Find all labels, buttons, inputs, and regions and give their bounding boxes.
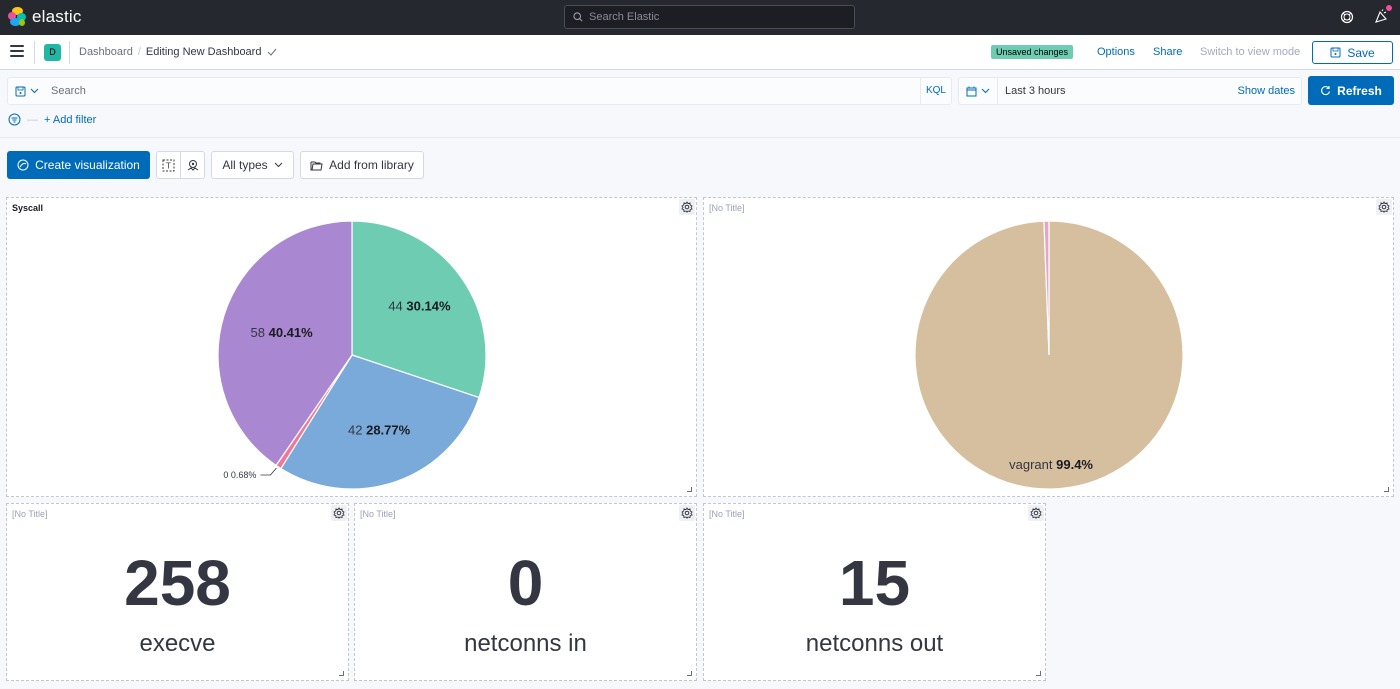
app-name: elastic xyxy=(32,7,82,26)
chevron-down-icon xyxy=(274,162,283,168)
global-search-input[interactable] xyxy=(589,11,839,23)
save-label: Save xyxy=(1347,45,1375,60)
switch-to-view-mode-link[interactable]: Switch to view mode xyxy=(1200,46,1300,58)
search-icon xyxy=(573,12,583,22)
calendar-icon xyxy=(966,86,977,96)
create-visualization-label: Create visualization xyxy=(35,158,140,172)
menu-toggle-button[interactable] xyxy=(10,45,24,59)
user-pie-chart: vagrant 99.4% xyxy=(914,220,1184,490)
resize-handle[interactable] xyxy=(339,671,344,676)
gear-icon xyxy=(1030,507,1042,519)
check-icon xyxy=(268,48,277,56)
refresh-label: Refresh xyxy=(1337,83,1382,98)
quick-date-menu-button[interactable] xyxy=(958,77,998,105)
refresh-button[interactable]: Refresh xyxy=(1308,76,1394,105)
gear-icon xyxy=(333,507,345,519)
breadcrumb: Dashboard / Editing New Dashboard xyxy=(79,46,277,58)
resize-handle[interactable] xyxy=(687,487,692,492)
global-header: elastic xyxy=(0,0,1400,35)
pie-data-label: 42 28.77% xyxy=(348,423,411,438)
panel-metric-netconns-out[interactable]: [No Title] 15 netconns out xyxy=(703,503,1046,681)
syscall-pie-chart: 44 30.14% 42 28.77% 58 40.41% 0 0.68% xyxy=(217,220,487,490)
filter-icon[interactable] xyxy=(8,113,21,126)
panel-syscall[interactable]: Syscall 44 30.14% 42 28.77% 58 40.41% 0 0.6… xyxy=(6,197,697,497)
panel-options-button[interactable] xyxy=(1028,505,1044,521)
filter-divider: — xyxy=(27,113,38,126)
gear-icon xyxy=(681,507,693,519)
pie-data-label: vagrant 99.4% xyxy=(1009,457,1093,472)
resize-handle[interactable] xyxy=(1036,671,1041,676)
newsfeed-icon[interactable] xyxy=(1374,9,1388,24)
metric-label: execve xyxy=(139,630,216,657)
panel-title: [No Title] xyxy=(360,509,396,519)
help-icon[interactable] xyxy=(1340,10,1354,24)
pie-data-label: 44 30.14% xyxy=(388,298,451,313)
create-visualization-button[interactable]: Create visualization xyxy=(7,151,150,179)
date-range-picker[interactable]: Last 3 hours Show dates xyxy=(997,77,1302,105)
panel-options-button[interactable] xyxy=(331,505,347,521)
query-bar: KQL Last 3 hours Show dates Refresh — + … xyxy=(0,70,1400,138)
visualize-app-icon xyxy=(17,159,29,171)
maps-icon xyxy=(187,159,198,171)
refresh-icon xyxy=(1321,86,1331,96)
elastic-logo-icon xyxy=(8,7,26,27)
time-range-label[interactable]: Last 3 hours xyxy=(1005,85,1066,97)
add-from-library-label: Add from library xyxy=(329,158,414,172)
divider xyxy=(34,41,35,64)
add-text-button[interactable]: T xyxy=(157,152,181,178)
metric-value: 0 xyxy=(507,547,544,619)
add-maps-button[interactable] xyxy=(181,152,204,178)
breadcrumb-dashboard[interactable]: Dashboard xyxy=(79,46,133,58)
resize-handle[interactable] xyxy=(687,671,692,676)
unsaved-changes-badge: Unsaved changes xyxy=(991,45,1074,59)
breadcrumb-separator: / xyxy=(137,46,141,58)
metric-label: netconns in xyxy=(464,630,587,657)
query-language-button[interactable]: KQL xyxy=(920,77,952,105)
divider xyxy=(69,41,70,64)
add-from-library-button[interactable]: Add from library xyxy=(300,151,424,179)
chevron-down-icon xyxy=(981,88,990,94)
save-icon xyxy=(15,86,25,96)
panel-metric-execve[interactable]: [No Title] 258 execve xyxy=(6,503,349,681)
share-link[interactable]: Share xyxy=(1153,46,1182,58)
all-types-label: All types xyxy=(222,158,268,172)
show-dates-link[interactable]: Show dates xyxy=(1238,85,1295,97)
save-icon xyxy=(1330,47,1341,58)
options-link[interactable]: Options xyxy=(1097,46,1135,58)
metric-value: 15 xyxy=(838,547,911,619)
query-search-input[interactable] xyxy=(45,77,921,105)
svg-text:T: T xyxy=(166,161,171,170)
app-header: D Dashboard / Editing New Dashboard Unsa… xyxy=(0,35,1400,70)
metric-value: 258 xyxy=(124,547,231,619)
elastic-logo[interactable]: elastic xyxy=(8,7,82,27)
filter-bar: — + Add filter xyxy=(8,113,96,126)
panel-title: [No Title] xyxy=(709,509,745,519)
resize-handle[interactable] xyxy=(1384,487,1389,492)
hamburger-icon xyxy=(10,45,24,47)
all-types-dropdown[interactable]: All types xyxy=(211,151,294,179)
leader-line xyxy=(260,467,277,476)
panel-metric-netconns-in[interactable]: [No Title] 0 netconns in xyxy=(354,503,697,681)
chevron-down-icon xyxy=(30,88,38,94)
add-filter-button[interactable]: + Add filter xyxy=(44,114,96,126)
space-avatar[interactable]: D xyxy=(44,44,61,61)
global-search-field[interactable] xyxy=(564,5,855,29)
breadcrumb-current: Editing New Dashboard xyxy=(145,46,262,58)
pie-data-label: 58 40.41% xyxy=(251,325,314,340)
text-icon: T xyxy=(162,159,175,171)
folder-icon xyxy=(310,161,323,170)
quick-add-button-group: T xyxy=(156,151,205,179)
panel-title: [No Title] xyxy=(12,509,48,519)
save-button[interactable]: Save xyxy=(1312,41,1393,64)
saved-query-menu-button[interactable] xyxy=(7,77,46,105)
notification-dot xyxy=(1386,5,1392,11)
pie-data-label: 0 0.68% xyxy=(223,470,256,480)
panel-options-button[interactable] xyxy=(679,505,695,521)
metric-label: netconns out xyxy=(805,630,944,657)
panel-user-pie[interactable]: [No Title] vagrant 99.4% xyxy=(703,197,1394,497)
